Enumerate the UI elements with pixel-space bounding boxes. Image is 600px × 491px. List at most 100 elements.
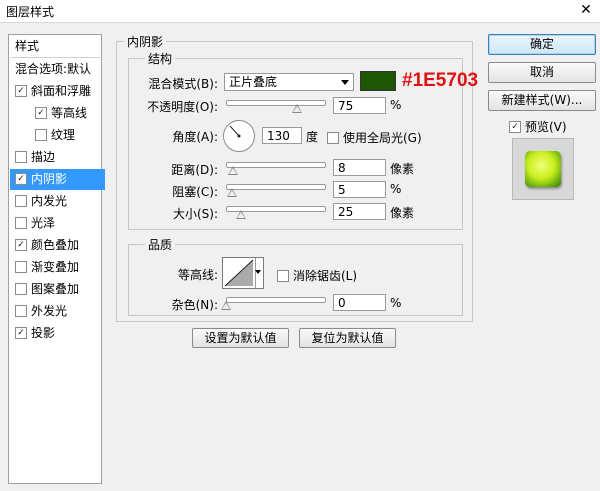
global-light-checkbox-box[interactable] [327, 131, 339, 144]
style-item-11[interactable]: 外发光 [10, 301, 105, 322]
style-item-label: 投影 [31, 326, 56, 340]
blend-mode-label: 混合模式(B): [148, 77, 218, 91]
style-item-label: 光泽 [31, 216, 56, 230]
style-item-checkbox[interactable] [15, 282, 27, 295]
opacity-slider-track[interactable] [226, 100, 326, 106]
choke-field[interactable]: 5 [333, 181, 386, 198]
style-item-label: 纹理 [51, 128, 76, 142]
distance-field[interactable]: 8 [333, 159, 386, 176]
style-item-label: 等高线 [51, 106, 88, 120]
anti-alias-checkbox-box[interactable] [277, 269, 289, 282]
size-label: 大小(S): [172, 207, 218, 221]
style-item-5[interactable]: 内阴影 [10, 169, 105, 190]
style-item-checkbox[interactable] [35, 128, 47, 141]
style-item-8[interactable]: 颜色叠加 [10, 235, 105, 256]
style-item-7[interactable]: 光泽 [10, 213, 105, 234]
blend-mode-select[interactable]: 正片叠底 [224, 73, 354, 91]
new-style-button[interactable]: 新建样式(W)... [488, 90, 596, 111]
angle-dial[interactable] [223, 120, 255, 152]
choke-label: 阻塞(C): [172, 185, 218, 199]
anti-alias-label: 消除锯齿(L) [293, 269, 358, 283]
distance-unit: 像素 [390, 162, 415, 176]
style-item-10[interactable]: 图案叠加 [10, 279, 105, 300]
style-item-label: 颜色叠加 [31, 238, 80, 252]
choke-slider-thumb[interactable] [227, 188, 237, 197]
style-item-3[interactable]: 纹理 [10, 125, 125, 146]
contour-picker[interactable] [222, 257, 264, 289]
style-item-checkbox[interactable] [35, 106, 47, 119]
choke-slider-track[interactable] [226, 184, 326, 190]
style-item-label: 混合选项:默认 [15, 62, 92, 76]
angle-label: 角度(A): [172, 130, 218, 144]
noise-slider-track[interactable] [226, 297, 326, 303]
style-item-label: 内阴影 [31, 172, 68, 186]
style-item-checkbox[interactable] [15, 84, 27, 97]
window-title: 图层样式 [6, 5, 55, 19]
style-item-label: 内发光 [31, 194, 68, 208]
style-item-1[interactable]: 斜面和浮雕 [10, 81, 105, 102]
global-light-label: 使用全局光(G) [343, 131, 422, 145]
angle-field[interactable]: 130 [262, 127, 302, 144]
noise-field[interactable]: 0 [333, 294, 386, 311]
angle-needle-icon [229, 125, 241, 138]
contour-curve-icon [224, 259, 254, 287]
style-item-checkbox[interactable] [15, 216, 27, 229]
opacity-slider-thumb[interactable] [292, 104, 302, 113]
ok-button[interactable]: 确定 [488, 34, 596, 55]
style-item-label: 外发光 [31, 304, 68, 318]
shadow-color-swatch[interactable] [360, 71, 396, 91]
distance-slider-thumb[interactable] [228, 166, 238, 175]
style-item-6[interactable]: 内发光 [10, 191, 105, 212]
style-item-2[interactable]: 等高线 [10, 103, 125, 124]
size-field[interactable]: 25 [333, 203, 386, 220]
opacity-unit: % [390, 98, 402, 112]
style-item-checkbox[interactable] [15, 304, 27, 317]
noise-label: 杂色(N): [171, 298, 218, 312]
make-default-button[interactable]: 设置为默认值 [192, 328, 289, 348]
style-item-label: 描边 [31, 150, 56, 164]
distance-slider-track[interactable] [226, 162, 326, 168]
style-item-label: 图案叠加 [31, 282, 80, 296]
inner-shadow-title: 内阴影 [124, 33, 167, 50]
cancel-button[interactable]: 取消 [488, 62, 596, 83]
anti-alias-checkbox[interactable]: 消除锯齿(L) [277, 267, 357, 284]
quality-title: 品质 [145, 236, 176, 253]
distance-label: 距离(D): [171, 163, 218, 177]
style-item-checkbox[interactable] [15, 238, 27, 251]
style-item-9[interactable]: 渐变叠加 [10, 257, 105, 278]
style-item-checkbox[interactable] [15, 172, 27, 185]
style-item-checkbox[interactable] [15, 150, 27, 163]
close-icon[interactable]: ✕ [574, 1, 598, 19]
chevron-down-icon [255, 270, 261, 274]
chevron-down-icon [341, 80, 349, 85]
style-item-checkbox[interactable] [15, 260, 27, 273]
angle-unit: 度 [306, 130, 319, 144]
style-preview-thumbnail [512, 138, 574, 200]
opacity-label: 不透明度(O): [147, 100, 218, 114]
preview-label: 预览(V) [525, 120, 567, 134]
style-item-label: 渐变叠加 [31, 260, 80, 274]
structure-title: 结构 [145, 50, 176, 67]
style-item-12[interactable]: 投影 [10, 323, 105, 344]
style-list-header: 样式 [10, 36, 100, 58]
style-item-4[interactable]: 描边 [10, 147, 105, 168]
style-item-label: 斜面和浮雕 [31, 84, 92, 98]
style-item-checkbox[interactable] [15, 194, 27, 207]
noise-slider-thumb[interactable] [221, 301, 231, 310]
size-unit: 像素 [390, 206, 415, 220]
preview-checkbox[interactable]: 预览(V) [509, 118, 567, 135]
preview-checkbox-box[interactable] [509, 120, 521, 133]
style-item-0[interactable]: 混合选项:默认 [10, 59, 105, 80]
style-list-panel: 样式 混合选项:默认斜面和浮雕等高线纹理描边内阴影内发光光泽颜色叠加渐变叠加图案… [8, 34, 105, 484]
blend-mode-value: 正片叠底 [229, 75, 278, 89]
global-light-checkbox[interactable]: 使用全局光(G) [327, 129, 422, 146]
style-item-checkbox[interactable] [15, 326, 27, 339]
noise-unit: % [390, 296, 402, 310]
reset-default-button[interactable]: 复位为默认值 [299, 328, 396, 348]
size-slider-thumb[interactable] [236, 210, 246, 219]
title-bar: 图层样式 ✕ [0, 0, 600, 23]
choke-unit: % [390, 182, 402, 196]
opacity-field[interactable]: 75 [333, 97, 386, 114]
preview-swatch-icon [525, 151, 561, 187]
color-hex-annotation: #1E5703 [402, 70, 479, 91]
